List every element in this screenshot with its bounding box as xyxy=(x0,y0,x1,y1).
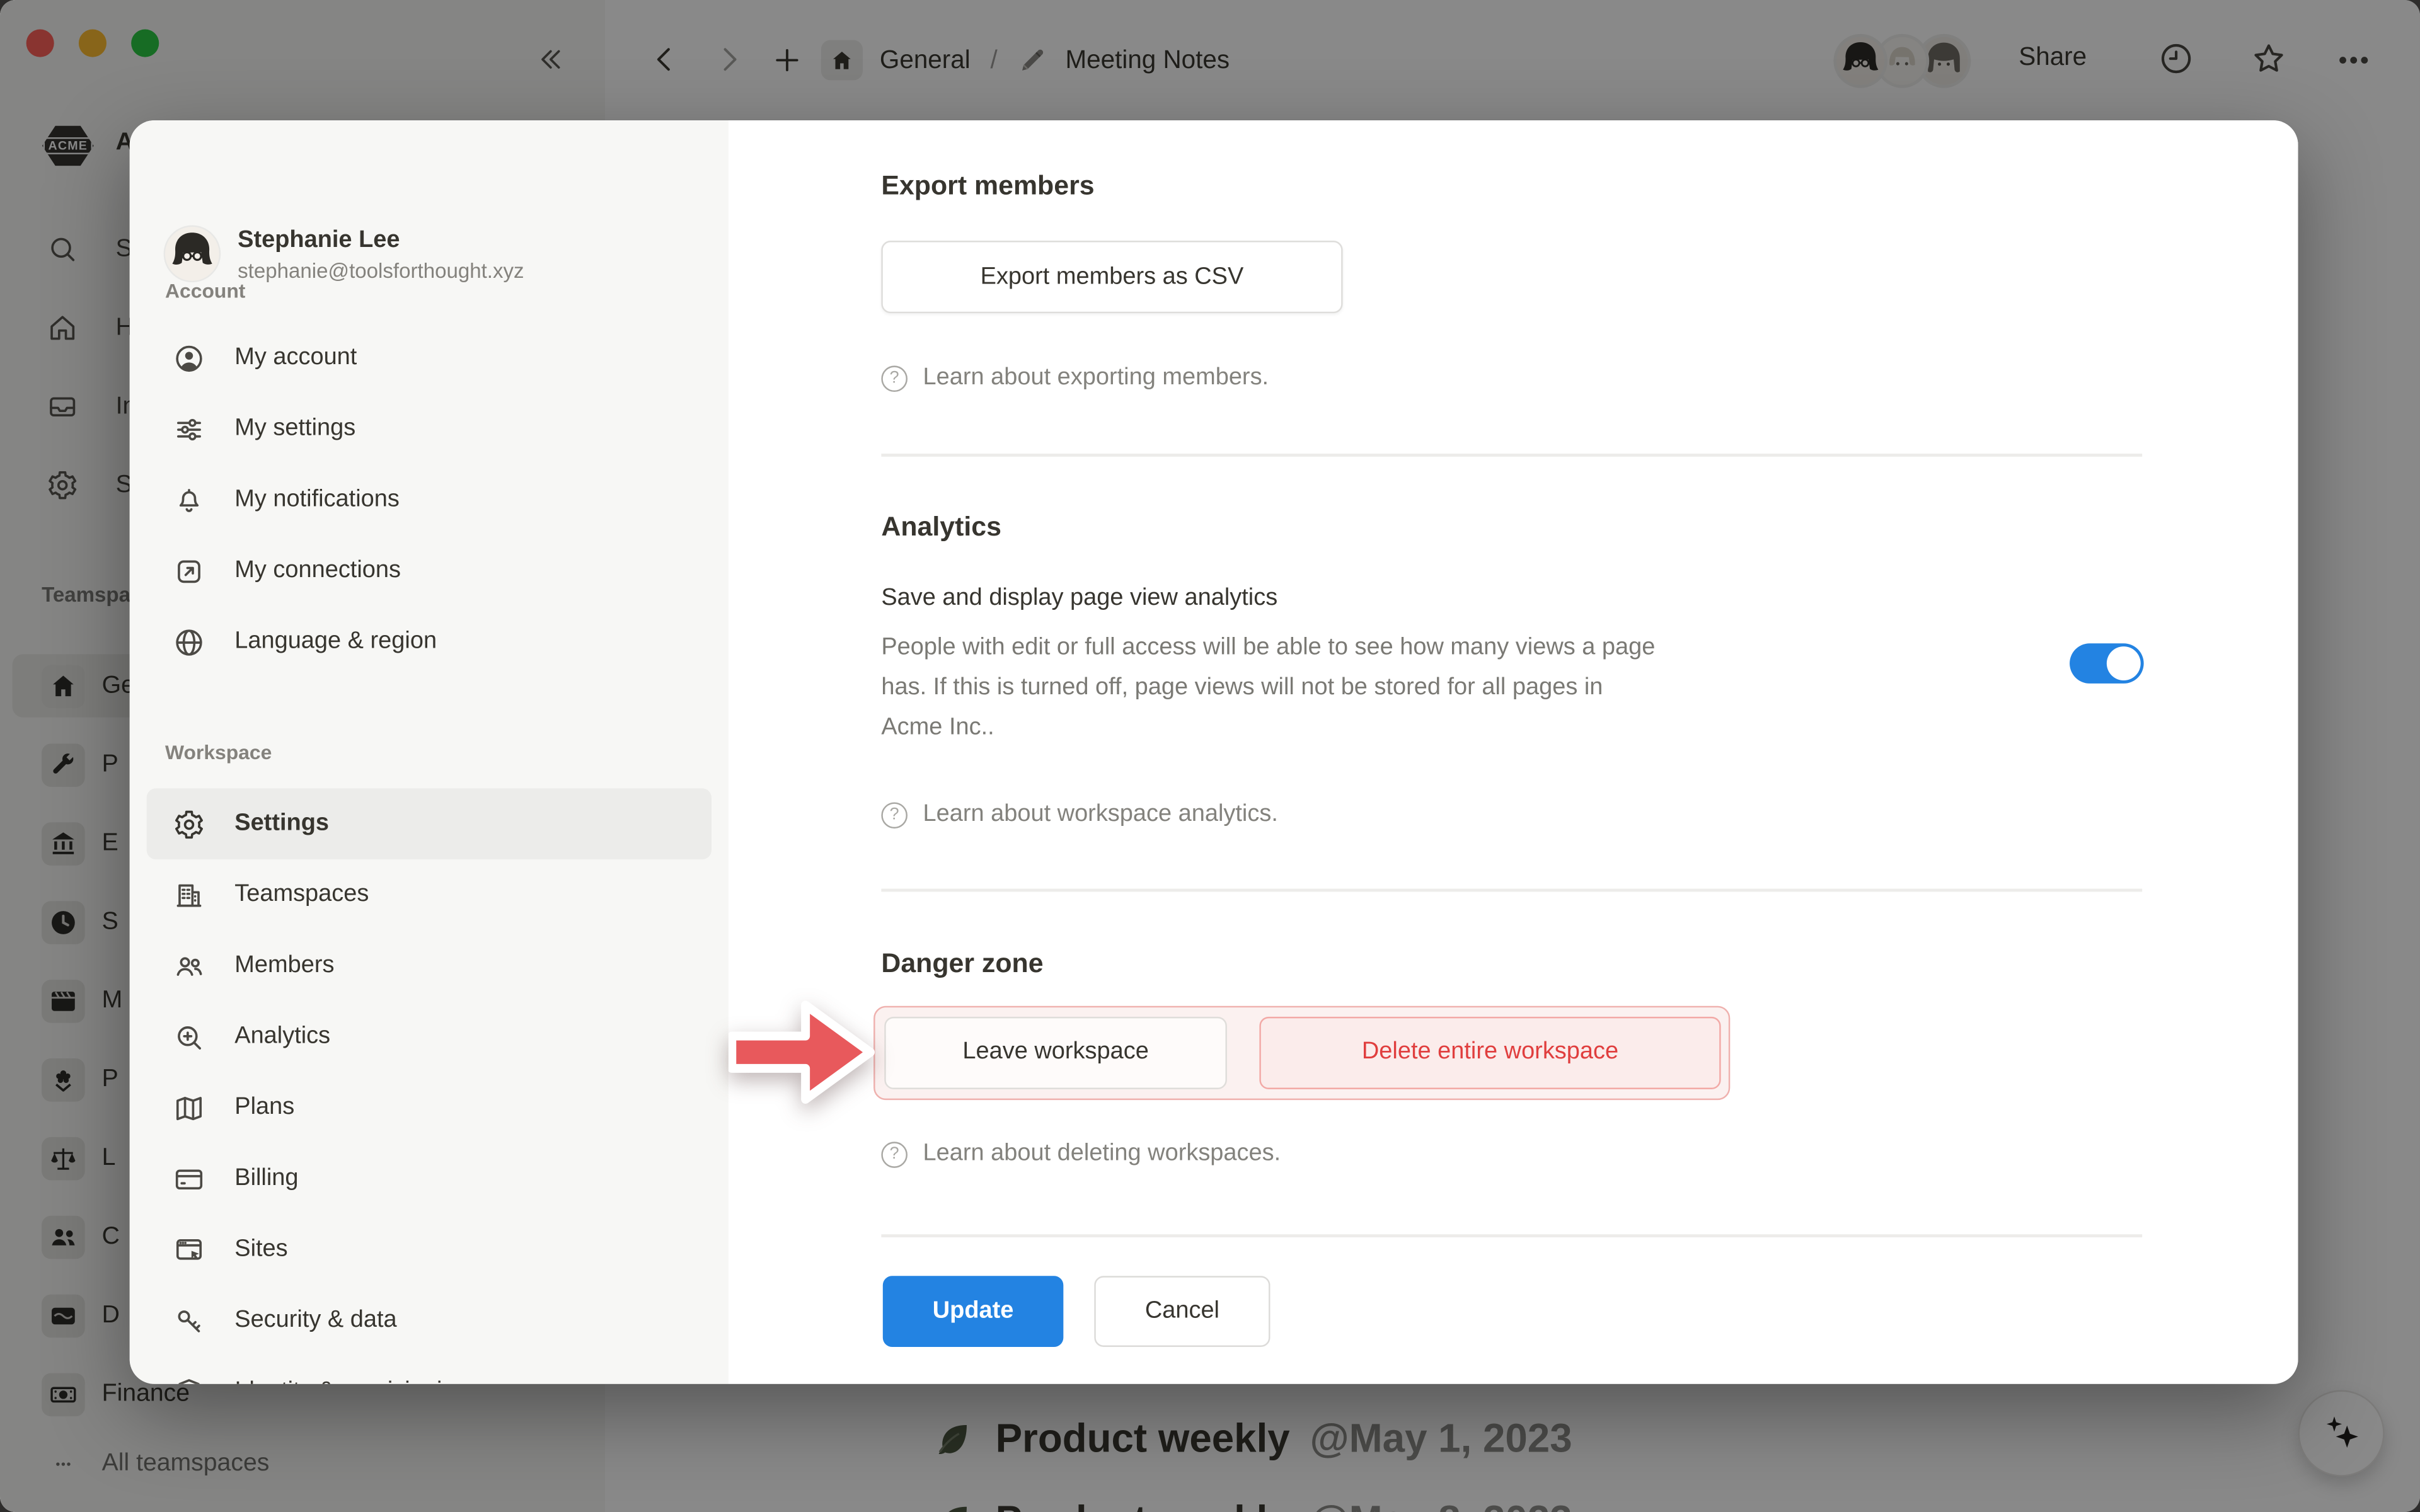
user-avatar xyxy=(165,227,219,281)
danger-help-link[interactable]: ? Learn about deleting workspaces. xyxy=(881,1140,1281,1168)
analytics-help-link[interactable]: ? Learn about workspace analytics. xyxy=(881,801,1278,828)
workspace-menu: Settings Teamspaces Members Analytics Pl… xyxy=(130,788,729,1383)
menu-item-icon xyxy=(173,808,205,840)
settings-menu-item[interactable]: Identity & provisioning xyxy=(147,1356,712,1384)
question-icon: ? xyxy=(881,365,908,391)
menu-item-icon xyxy=(173,1305,205,1337)
menu-item-icon xyxy=(173,879,205,911)
account-section-label: Account xyxy=(165,279,245,302)
settings-menu-item[interactable]: Language & region xyxy=(147,606,712,677)
settings-menu-item[interactable]: Sites xyxy=(147,1214,712,1285)
settings-menu-item[interactable]: My connections xyxy=(147,536,712,607)
settings-menu-item[interactable]: Teamspaces xyxy=(147,859,712,931)
settings-menu-item[interactable]: Plans xyxy=(147,1072,712,1143)
settings-sidebar: Account Stephanie Lee stephanie@toolsfor… xyxy=(130,120,729,1384)
workspace-section-label: Workspace xyxy=(165,741,272,764)
menu-item-icon xyxy=(173,484,205,516)
toggle-knob xyxy=(2107,646,2141,680)
question-icon: ? xyxy=(881,801,908,828)
settings-menu-item[interactable]: Billing xyxy=(147,1143,712,1215)
menu-item-icon xyxy=(173,1234,205,1266)
divider xyxy=(881,454,2142,456)
menu-item-icon xyxy=(173,1021,205,1053)
settings-menu-item[interactable]: My account xyxy=(147,323,712,394)
current-user[interactable]: Stephanie Lee stephanie@toolsforthought.… xyxy=(165,227,524,282)
question-icon: ? xyxy=(881,1141,908,1167)
divider xyxy=(881,1234,2142,1237)
danger-zone-heading: Danger zone xyxy=(881,948,1043,980)
settings-menu-item[interactable]: Settings xyxy=(147,788,712,859)
analytics-setting-title: Save and display page view analytics xyxy=(881,585,1277,612)
danger-zone-box: Leave workspace Delete entire workspace xyxy=(873,1006,1730,1100)
settings-content: Export members Export members as CSV ? L… xyxy=(729,120,2298,1384)
menu-item-icon xyxy=(173,413,205,445)
analytics-setting-description: People with edit or full access will be … xyxy=(881,628,1992,748)
export-help-link[interactable]: ? Learn about exporting members. xyxy=(881,364,1269,392)
annotation-arrow xyxy=(729,987,877,1117)
menu-item-icon xyxy=(173,1092,205,1124)
menu-item-icon xyxy=(173,626,205,658)
menu-item-icon xyxy=(173,1162,205,1194)
menu-item-icon xyxy=(173,1375,205,1383)
settings-menu-item[interactable]: Security & data xyxy=(147,1285,712,1356)
export-members-heading: Export members xyxy=(881,169,1094,202)
cancel-button[interactable]: Cancel xyxy=(1094,1276,1270,1347)
leave-workspace-button[interactable]: Leave workspace xyxy=(884,1016,1227,1089)
export-members-csv-button[interactable]: Export members as CSV xyxy=(881,241,1342,313)
settings-menu-item[interactable]: Analytics xyxy=(147,1001,712,1072)
account-menu: My account My settings My notifications … xyxy=(130,323,729,677)
menu-item-icon xyxy=(173,949,205,982)
settings-dialog: Account Stephanie Lee stephanie@toolsfor… xyxy=(130,120,2298,1384)
update-button[interactable]: Update xyxy=(883,1276,1064,1347)
screen: General / Meeting Notes Share ACME Acme … xyxy=(0,0,2420,1512)
settings-menu-item[interactable]: My settings xyxy=(147,393,712,464)
analytics-heading: Analytics xyxy=(881,511,1001,543)
settings-menu-item[interactable]: Members xyxy=(147,931,712,1002)
analytics-toggle[interactable] xyxy=(2070,643,2144,684)
delete-workspace-button[interactable]: Delete entire workspace xyxy=(1259,1016,1720,1089)
user-email: stephanie@toolsforthought.xyz xyxy=(238,259,524,282)
menu-item-icon xyxy=(173,554,205,587)
user-name: Stephanie Lee xyxy=(238,227,524,255)
menu-item-icon xyxy=(173,341,205,374)
divider xyxy=(881,889,2142,891)
settings-menu-item[interactable]: My notifications xyxy=(147,464,712,536)
